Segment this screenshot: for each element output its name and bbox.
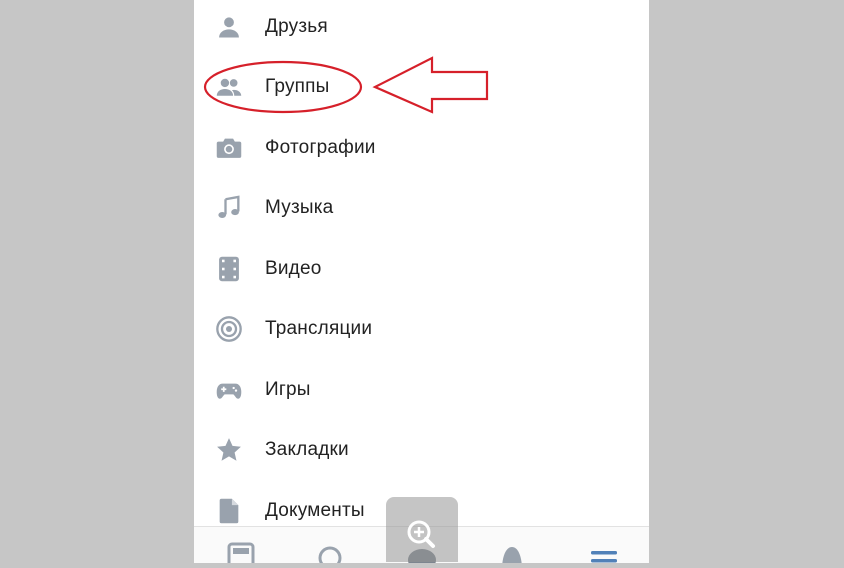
menu-item-music[interactable]: Музыка <box>194 178 649 238</box>
zoom-in-icon <box>407 520 435 548</box>
menu-item-label: Игры <box>265 379 311 400</box>
menu-item-groups[interactable]: Группы <box>194 57 649 117</box>
music-note-icon <box>214 193 244 223</box>
menu-item-label: Друзья <box>265 16 328 37</box>
menu-item-photos[interactable]: Фотографии <box>194 118 649 178</box>
menu-item-label: Трансляции <box>265 318 373 339</box>
menu-item-label: Видео <box>265 258 322 279</box>
search-tab[interactable] <box>300 527 360 568</box>
menu-item-broadcasts[interactable]: Трансляции <box>194 299 649 359</box>
menu-item-label: Группы <box>265 76 330 97</box>
person-icon <box>214 12 244 42</box>
zoom-button[interactable] <box>386 497 458 562</box>
notifications-tab[interactable] <box>482 527 542 568</box>
notifications-icon <box>502 547 522 568</box>
document-icon <box>214 496 244 526</box>
search-icon <box>318 546 342 568</box>
menu-item-games[interactable]: Игры <box>194 360 649 420</box>
menu-item-label: Музыка <box>265 197 334 218</box>
star-icon <box>214 435 244 465</box>
menu-item-label: Закладки <box>265 439 349 460</box>
menu-item-friends[interactable]: Друзья <box>194 0 649 57</box>
broadcast-icon <box>214 314 244 344</box>
menu-item-label: Фотографии <box>265 137 376 158</box>
menu-item-video[interactable]: Видео <box>194 239 649 299</box>
side-menu-panel: Друзья Группы Фотографии Музыка Видео Тр… <box>194 0 649 562</box>
gamepad-icon <box>214 375 244 405</box>
news-icon <box>227 542 255 568</box>
menu-item-bookmarks[interactable]: Закладки <box>194 420 649 480</box>
video-icon <box>214 254 244 284</box>
menu-tab[interactable] <box>573 527 633 563</box>
menu-item-label: Документы <box>265 500 365 521</box>
menu-icon <box>591 551 617 563</box>
group-icon <box>214 72 244 102</box>
camera-icon <box>214 133 244 163</box>
news-tab[interactable] <box>209 527 269 568</box>
